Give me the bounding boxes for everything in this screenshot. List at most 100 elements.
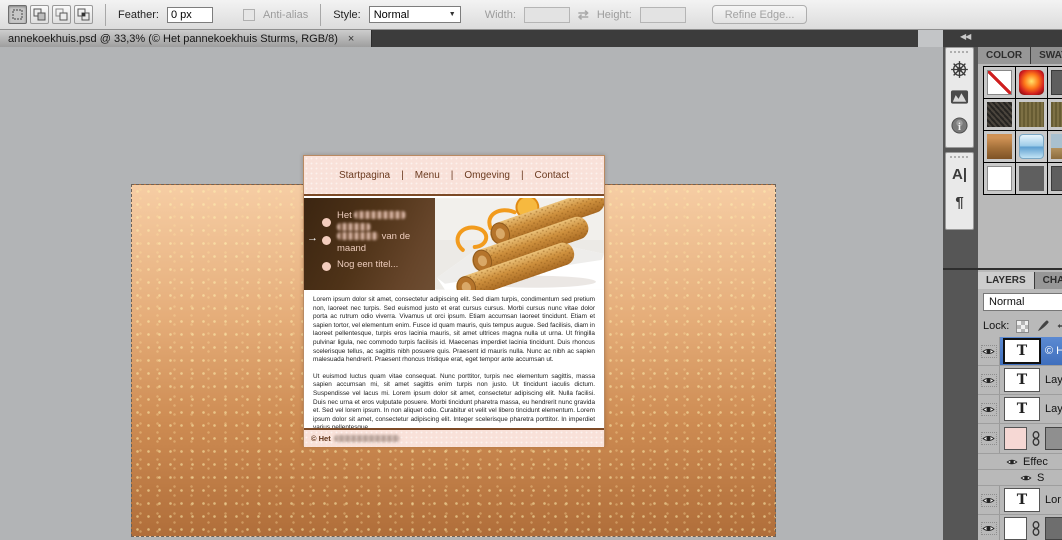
visibility-eye-icon[interactable]	[981, 494, 997, 507]
paragraph-panel-icon[interactable]: ¶	[946, 188, 973, 216]
histogram-panel-icon[interactable]	[946, 83, 973, 111]
layer-list: T © H T Lay T Lay	[978, 337, 1062, 540]
layer-mask-thumbnail[interactable]	[1045, 427, 1062, 450]
nav-separator: |	[521, 170, 524, 181]
panel-separator	[943, 268, 1062, 270]
styles-grid	[983, 66, 1062, 195]
pancake-photo	[435, 198, 604, 290]
sidebar-item-2[interactable]: van de maand	[337, 231, 415, 255]
layer-name: Lay	[1045, 374, 1062, 386]
body-paragraph-1: Lorem ipsum dolor sit amet, consectetur …	[313, 296, 595, 365]
sidebar-item-3[interactable]: Nog een titel...	[337, 259, 398, 271]
text-layer-thumbnail[interactable]: T	[1004, 339, 1040, 363]
tab-color[interactable]: COLOR	[978, 47, 1031, 64]
style-dropdown[interactable]: Normal ▼	[369, 6, 461, 23]
lock-label: Lock:	[983, 320, 1009, 332]
style-none-swatch[interactable]	[984, 67, 1015, 98]
site-banner: Het → van de maand Nog een titel...	[304, 198, 604, 290]
visibility-eye-icon[interactable]	[1020, 474, 1032, 482]
blend-mode-dropdown[interactable]: Normal	[983, 293, 1062, 311]
body-paragraph-2: Ut euismod luctus quam vitae consequat. …	[313, 373, 595, 433]
style-red-glow-swatch[interactable]	[1016, 67, 1047, 98]
visibility-eye-icon[interactable]	[981, 374, 997, 387]
layer-row-white-fill-with-mask[interactable]	[978, 515, 1062, 540]
text-layer-thumbnail[interactable]: T	[1004, 488, 1040, 512]
panels-column: COLOR SWATCHES LAYERS CHANNELS Normal Lo…	[978, 47, 1062, 540]
info-panel-icon[interactable]: i	[946, 111, 973, 139]
style-landscape-swatch[interactable]	[984, 131, 1015, 162]
document-tab-bar: annekoekhuis.psd @ 33,3% (© Het pannekoe…	[0, 30, 1062, 47]
visibility-eye-icon[interactable]	[981, 403, 997, 416]
style-white-outline-swatch[interactable]	[984, 163, 1015, 194]
color-swatches-tabstrip: COLOR SWATCHES	[978, 47, 1062, 64]
layer-effects-row[interactable]: Effec	[978, 454, 1062, 470]
layer-mask-link-icon[interactable]	[1032, 521, 1040, 536]
tab-bar-gap	[918, 30, 943, 47]
height-input[interactable]	[640, 7, 686, 23]
style-dark-fill-swatch[interactable]	[1016, 163, 1047, 194]
layer-row-text[interactable]: T Lay	[978, 395, 1062, 424]
lock-transparency-icon[interactable]	[1016, 320, 1029, 333]
style-khaki-texture-swatch[interactable]	[1048, 99, 1062, 130]
navigator-panel-icon[interactable]	[946, 55, 973, 83]
tab-channels[interactable]: CHANNELS	[1035, 272, 1062, 289]
layer-mask-link-icon[interactable]	[1032, 431, 1040, 446]
text-layer-thumbnail[interactable]: T	[1004, 397, 1040, 421]
chevron-down-icon: ▼	[449, 11, 456, 18]
nav-item-contact[interactable]: Contact	[535, 170, 569, 181]
anti-alias-label: Anti-alias	[263, 9, 308, 21]
width-label: Width:	[485, 9, 516, 21]
subtract-from-selection-icon[interactable]	[52, 5, 71, 24]
sidebar-item-3-text: Nog een titel...	[337, 259, 398, 270]
layer-row-text[interactable]: T Lay	[978, 366, 1062, 395]
text-layer-thumbnail[interactable]: T	[1004, 368, 1040, 392]
style-gray-swatch[interactable]	[1048, 163, 1062, 194]
layer-effect-item-row[interactable]: S	[978, 470, 1062, 486]
sidebar-item-1-text: Het	[337, 210, 352, 221]
width-input[interactable]	[524, 7, 570, 23]
visibility-eye-icon[interactable]	[981, 522, 997, 535]
redacted-text	[354, 211, 406, 219]
layer-row-pink-fill-with-mask[interactable]	[978, 424, 1062, 454]
active-item-arrow-icon: →	[307, 232, 318, 244]
fill-layer-thumbnail[interactable]	[1004, 427, 1027, 450]
bullet-icon	[322, 218, 331, 227]
style-landscape-swatch[interactable]	[1048, 131, 1062, 162]
panel-icon-group-1: i	[945, 47, 974, 148]
visibility-eye-icon[interactable]	[981, 345, 997, 358]
lock-position-icon[interactable]	[1057, 319, 1062, 333]
tab-swatches[interactable]: SWATCHES	[1031, 47, 1062, 64]
site-footer: © Het	[304, 428, 604, 447]
swap-width-height-icon[interactable]: ⇄	[578, 7, 589, 23]
document-tab[interactable]: annekoekhuis.psd @ 33,3% (© Het pannekoe…	[0, 30, 372, 47]
lock-pixels-brush-icon[interactable]	[1036, 319, 1050, 333]
style-gray-swatch[interactable]	[1048, 67, 1062, 98]
add-to-selection-icon[interactable]	[30, 5, 49, 24]
layer-row-copyright-text[interactable]: T © H	[978, 337, 1062, 366]
refine-edge-button[interactable]: Refine Edge...	[712, 5, 808, 24]
intersect-selection-icon[interactable]	[74, 5, 93, 24]
nav-item-startpagina[interactable]: Startpagina	[339, 170, 390, 181]
nav-item-omgeving[interactable]: Omgeving	[464, 170, 510, 181]
anti-alias-checkbox[interactable]	[243, 9, 255, 21]
panel-icon-group-2: A| ¶	[945, 152, 974, 230]
layer-mask-thumbnail[interactable]	[1045, 517, 1062, 540]
feather-input[interactable]	[167, 7, 213, 23]
lock-options-row: Lock:	[983, 318, 1062, 334]
style-dark-texture-swatch[interactable]	[984, 99, 1015, 130]
visibility-eye-icon[interactable]	[1006, 458, 1018, 466]
fill-layer-thumbnail[interactable]	[1004, 517, 1027, 540]
tool-options-bar: Feather: Anti-alias Style: Normal ▼ Widt…	[0, 0, 1062, 30]
style-blue-glass-swatch[interactable]	[1016, 131, 1047, 162]
style-khaki-texture-swatch[interactable]	[1016, 99, 1047, 130]
visibility-eye-icon[interactable]	[981, 432, 997, 445]
collapse-panels-icon[interactable]: ◀◀	[960, 32, 970, 41]
bullet-icon	[322, 236, 331, 245]
layer-row-lorem-text[interactable]: T Lor	[978, 486, 1062, 515]
site-body-text: Lorem ipsum dolor sit amet, consectetur …	[304, 290, 604, 428]
nav-item-menu[interactable]: Menu	[415, 170, 440, 181]
new-selection-icon[interactable]	[8, 5, 27, 24]
close-icon[interactable]: ×	[348, 33, 354, 45]
character-panel-icon[interactable]: A|	[946, 160, 973, 188]
tab-layers[interactable]: LAYERS	[978, 272, 1035, 289]
